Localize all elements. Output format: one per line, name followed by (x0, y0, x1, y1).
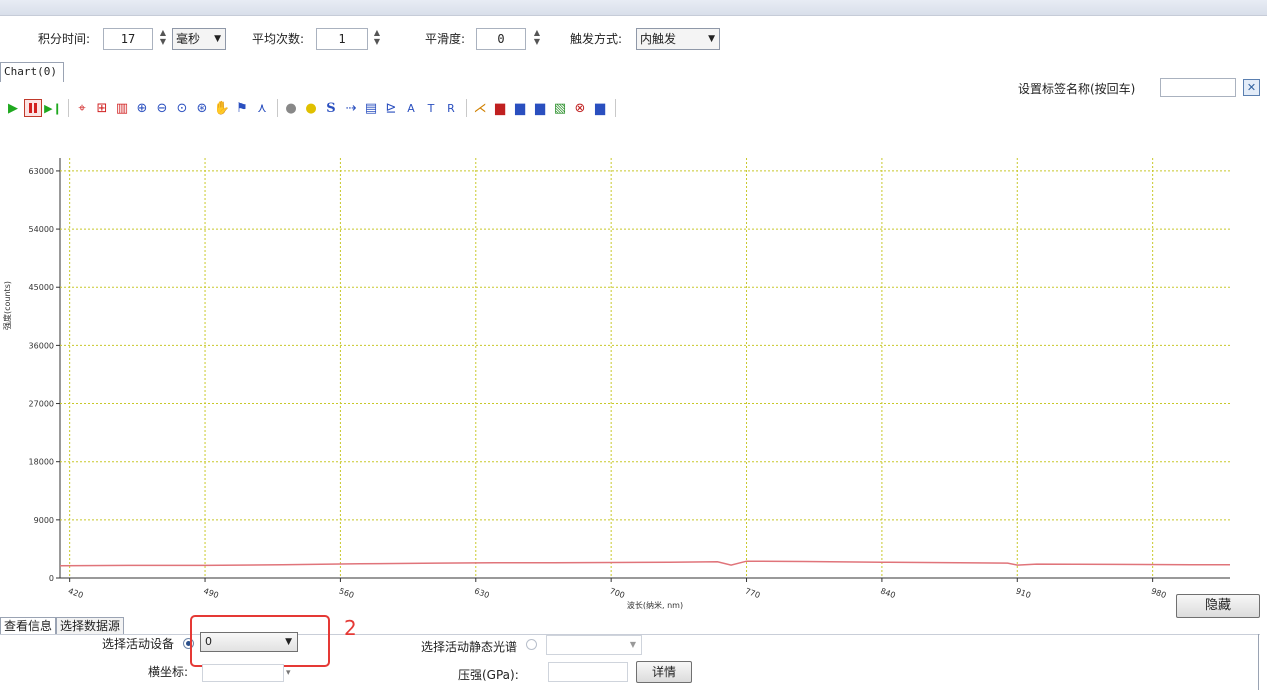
crosshair-icon[interactable]: ⌖ (73, 98, 91, 118)
panel-border (1258, 634, 1259, 690)
x-tick-label: 770 (744, 586, 761, 600)
time-unit-select[interactable]: 毫秒 ▼ (172, 28, 226, 50)
bulb-on-icon[interactable]: ● (302, 98, 320, 118)
spectrum-plot: 0 9000 18000 27000 36000 45000 54000 63000 420 49… (29, 158, 1230, 610)
pause-icon[interactable] (24, 98, 42, 118)
toolbar-separator (615, 99, 616, 117)
detail-button[interactable]: 详情 (636, 661, 692, 683)
smoothness-label: 平滑度: (425, 32, 466, 46)
export-chart-icon[interactable]: ▆ (531, 98, 549, 118)
y-tick-label: 0 (49, 574, 54, 583)
chart-toolbar: ▶ ▶❙ ⌖ ⊞ ▥ ⊕ ⊖ ⊙ ⊛ ✋ ⚑ ⋏ ● ● S ⇢ ▤ ⊵ A T… (4, 95, 620, 121)
zoom-fit-icon[interactable]: ⊛ (193, 98, 211, 118)
spectrum-chart[interactable]: 0 9000 18000 27000 36000 45000 54000 63000 420 49… (0, 140, 1267, 610)
x-coordinate-label: 横坐标: (148, 665, 189, 679)
chevron-down-icon: ▼ (708, 34, 715, 44)
x-tick-label: 980 (1150, 586, 1167, 600)
active-device-label: 选择活动设备 (102, 637, 175, 651)
zoom-in-icon[interactable]: ⊕ (133, 98, 151, 118)
tab-view-info[interactable]: 查看信息 (0, 617, 57, 635)
step-icon[interactable]: ▶❙ (44, 98, 62, 118)
annotation-number: 2 (344, 616, 357, 640)
pan-hand-icon[interactable]: ✋ (213, 98, 231, 118)
x-tick-label: 840 (879, 586, 896, 600)
fit-icon[interactable]: ⋌ (471, 98, 489, 118)
y-axis-label: 强度(counts) (3, 281, 12, 330)
title-bar (0, 0, 1267, 16)
integration-time-label: 积分时间: (38, 32, 91, 46)
toolbar-separator (466, 99, 467, 117)
average-count-input[interactable]: 1 (316, 28, 368, 50)
x-tick-label: 420 (67, 586, 84, 600)
tab-select-source[interactable]: 选择数据源 (56, 617, 125, 635)
compare-icon[interactable]: ▧ (551, 98, 569, 118)
marker-icon[interactable]: ⚑ (233, 98, 251, 118)
y-tick-label: 36000 (29, 341, 54, 350)
y-tick-label: 18000 (29, 458, 54, 467)
print-icon[interactable]: ▆ (591, 98, 609, 118)
tag-name-input[interactable] (1160, 78, 1236, 97)
x-coordinate-input[interactable] (202, 664, 284, 682)
x-tick-label: 630 (473, 586, 490, 600)
x-tick-label: 490 (202, 586, 219, 600)
pressure-input[interactable] (548, 662, 628, 682)
spectrum-series-line (59, 560, 1230, 567)
x-axis-label: 波长(纳米, nm) (627, 600, 683, 610)
smoothness-input[interactable]: 0 (476, 28, 526, 50)
zoom-out-icon[interactable]: ⊖ (153, 98, 171, 118)
chevron-down-icon: ▼ (629, 640, 636, 649)
y-tick-label: 54000 (29, 225, 54, 234)
trigger-mode-value: 内触发 (640, 32, 677, 46)
average-count-label: 平均次数: (252, 32, 305, 46)
integration-time-spinner[interactable]: ▲ ▼ (158, 28, 168, 50)
pressure-label: 压强(GPa): (458, 668, 519, 682)
y-tick-label: 45000 (29, 283, 54, 292)
y-tick-label: 27000 (29, 400, 54, 409)
label-t-icon[interactable]: T (422, 98, 440, 118)
static-spectrum-select[interactable]: ▼ (546, 635, 642, 655)
delete-icon[interactable]: ⊗ (571, 98, 589, 118)
acquisition-settings-bar: 积分时间: 17 ▲ ▼ 毫秒 ▼ 平均次数: 1 ▲ ▼ 平滑度: 0 ▲ ▼ 触发… (0, 24, 1267, 54)
static-spectrum-label: 选择活动静态光谱 (421, 640, 518, 654)
bars-icon[interactable]: ▤ (362, 98, 380, 118)
toolbar-separator (68, 99, 69, 117)
label-r-icon[interactable]: R (442, 98, 460, 118)
save-chart-icon[interactable]: ▆ (491, 98, 509, 118)
close-icon[interactable]: ✕ (1243, 79, 1260, 96)
baseline-icon[interactable]: ⊵ (382, 98, 400, 118)
y-tick-label: 9000 (34, 516, 54, 525)
play-icon[interactable]: ▶ (4, 98, 22, 118)
chevron-down-icon: ▼ (214, 34, 221, 44)
trigger-mode-select[interactable]: 内触发 ▼ (636, 28, 720, 50)
bulb-off-icon[interactable]: ● (282, 98, 300, 118)
static-spectrum-radio[interactable] (526, 639, 537, 650)
integration-time-input[interactable]: 17 (103, 28, 153, 50)
peak-icon[interactable]: ⋏ (253, 98, 271, 118)
toolbar-separator (277, 99, 278, 117)
load-chart-icon[interactable]: ▆ (511, 98, 529, 118)
hide-button[interactable]: 隐藏 (1176, 594, 1260, 618)
trigger-mode-label: 触发方式: (570, 32, 623, 46)
probe-icon[interactable]: ⇢ (342, 98, 360, 118)
x-tick-label: 700 (608, 586, 625, 600)
x-coordinate-spinner[interactable]: ▾ (286, 668, 291, 678)
average-count-spinner[interactable]: ▲ ▼ (372, 28, 382, 50)
tag-name-label: 设置标签名称(按回车) (1018, 82, 1136, 96)
smooth-s-icon[interactable]: S (322, 98, 340, 118)
y-tick-label: 63000 (29, 167, 54, 176)
x-tick-label: 560 (338, 586, 355, 600)
annotation-highlight-box (190, 615, 330, 667)
grid-icon[interactable]: ⊞ (93, 98, 111, 118)
zoom-reset-icon[interactable]: ⊙ (173, 98, 191, 118)
smoothness-spinner[interactable]: ▲ ▼ (532, 28, 542, 50)
bottom-tab-bar: 查看信息 选择数据源 (0, 617, 125, 635)
chart-tab[interactable]: Chart(0) (0, 62, 64, 82)
time-unit-value: 毫秒 (176, 32, 201, 46)
x-tick-label: 910 (1015, 586, 1032, 600)
label-a-icon[interactable]: A (402, 98, 420, 118)
panel-icon[interactable]: ▥ (113, 98, 131, 118)
